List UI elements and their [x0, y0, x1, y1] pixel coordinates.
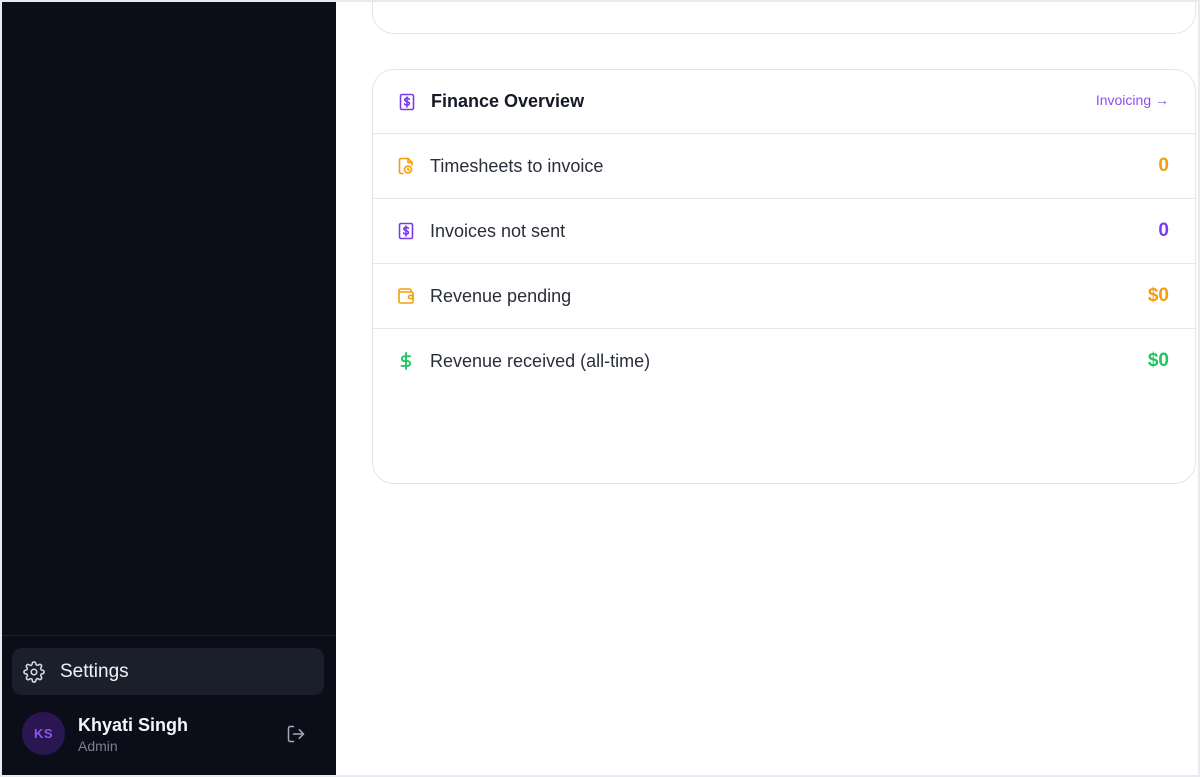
invoice-icon [398, 93, 416, 111]
invoice-icon [397, 222, 415, 240]
row-value: $0 [1147, 350, 1169, 371]
main-content: Finance Overview Invoicing → Timesheets … [336, 2, 1198, 775]
row-label: Revenue pending [430, 285, 572, 306]
avatar[interactable]: KS [22, 712, 65, 755]
logout-button[interactable] [285, 723, 307, 745]
wallet-icon [397, 287, 415, 305]
timesheet-icon [397, 157, 415, 175]
app-window: Settings KS Khyati Singh Admin Finance O… [2, 2, 1198, 775]
sidebar-divider [2, 635, 336, 636]
row-label: Revenue received (all-time) [430, 350, 651, 371]
finance-overview-card: Finance Overview Invoicing → Timesheets … [372, 69, 1196, 484]
sidebar-item-settings[interactable]: Settings [12, 648, 324, 695]
sidebar-item-label: Settings [60, 660, 129, 682]
user-role: Admin [78, 738, 118, 754]
sidebar: Settings KS Khyati Singh Admin [2, 2, 336, 775]
card-title: Finance Overview [431, 91, 585, 111]
logout-icon [286, 724, 306, 744]
list-item: Invoices not sent 0 [373, 199, 1195, 264]
card-header: Finance Overview Invoicing → [373, 70, 1195, 134]
previous-card [372, 2, 1196, 34]
gear-icon [23, 660, 45, 683]
row-label: Invoices not sent [430, 220, 566, 241]
row-value: 0 [1158, 155, 1169, 176]
row-value: $0 [1147, 285, 1169, 306]
user-profile: KS Khyati Singh Admin [22, 711, 322, 757]
invoicing-link[interactable]: Invoicing → [1096, 92, 1169, 108]
list-item: Revenue received (all-time) $0 [373, 329, 1195, 393]
list-item: Timesheets to invoice 0 [373, 134, 1195, 199]
dollar-icon [397, 352, 415, 370]
row-value: 0 [1158, 220, 1169, 241]
user-name: Khyati Singh [78, 715, 189, 735]
list-item: Revenue pending $0 [373, 264, 1195, 329]
row-label: Timesheets to invoice [430, 155, 604, 176]
